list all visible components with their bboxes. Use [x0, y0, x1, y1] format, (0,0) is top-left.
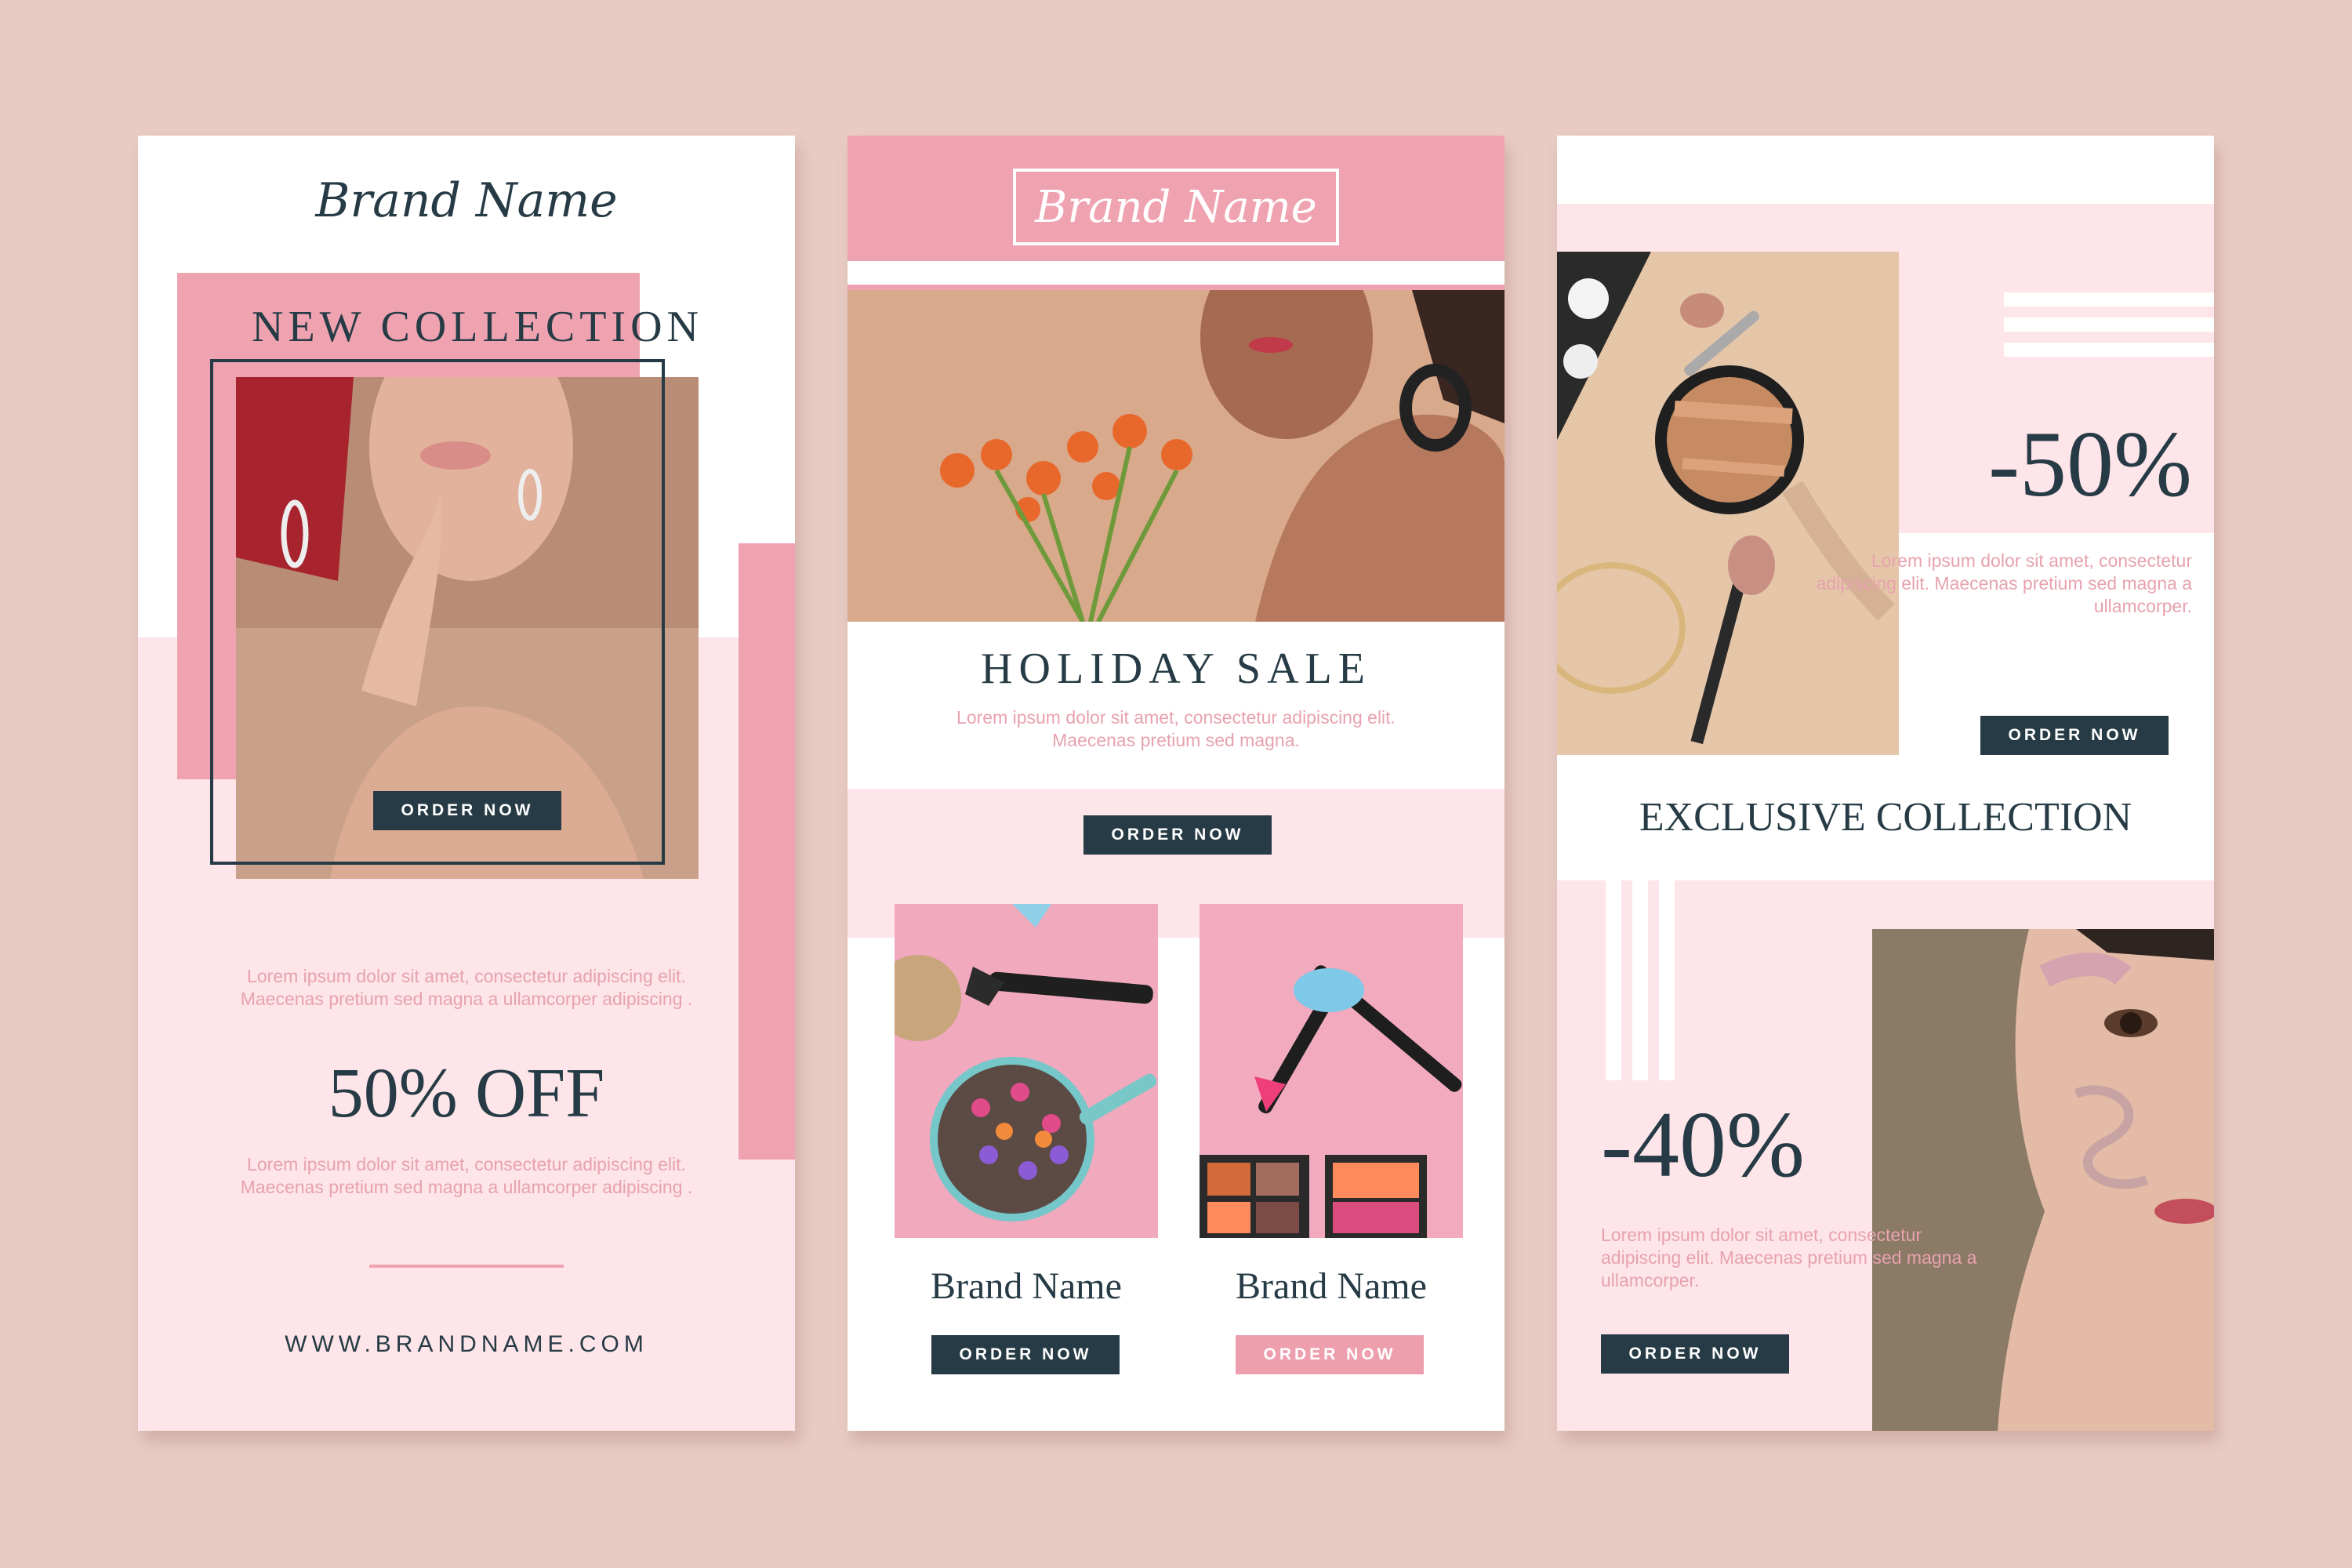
- description-text: Lorem ipsum dolor sit amet, consectetur …: [956, 707, 1396, 750]
- headline-exclusive-collection: EXCLUSIVE COLLECTION: [1639, 795, 2132, 840]
- product-name-2: Brand Name: [1236, 1265, 1427, 1307]
- brand-logo-box: Brand Name: [1013, 169, 1339, 245]
- order-now-button[interactable]: ORDER NOW: [1083, 815, 1272, 855]
- headline-holiday-sale: HOLIDAY SALE: [981, 644, 1371, 693]
- website-link[interactable]: WWW.BRANDNAME.COM: [138, 1331, 795, 1358]
- model-flowers-photo: [848, 290, 1504, 622]
- description-text: Lorem ipsum dolor sit amet, consectetur …: [1816, 550, 2192, 616]
- discount-minus-50: -50%: [1988, 412, 2192, 516]
- photo-frame: [210, 359, 665, 865]
- order-now-button-2[interactable]: ORDER NOW: [1601, 1334, 1789, 1374]
- discount-minus-40: -40%: [1601, 1092, 1805, 1196]
- email-template-new-collection: Brand Name NEW COLLECTION ORDER NOW Lore…: [138, 136, 795, 1431]
- powder-compact-photo: [1557, 252, 1899, 755]
- order-now-button[interactable]: ORDER NOW: [373, 791, 561, 830]
- order-now-button-1[interactable]: ORDER NOW: [1980, 716, 2169, 755]
- makeup-brushes-photo: [895, 904, 1158, 1238]
- headline-new-collection: NEW COLLECTION: [252, 303, 703, 351]
- white-stripes: [2004, 292, 2214, 387]
- eyeshadow-palette-photo: [1200, 904, 1463, 1238]
- description-text-2: Lorem ipsum dolor sit amet, consectetur …: [240, 1154, 693, 1197]
- divider-line: [369, 1265, 564, 1268]
- brand-logo: Brand Name: [315, 173, 618, 228]
- product-name-1: Brand Name: [931, 1265, 1122, 1307]
- discount-50-off: 50% OFF: [328, 1054, 605, 1132]
- description-text: Lorem ipsum dolor sit amet, consectetur …: [240, 966, 693, 1009]
- email-template-exclusive-collection: -50% Lorem ipsum dolor sit amet, consect…: [1557, 136, 2214, 1431]
- vertical-stripes: [1606, 880, 1700, 1080]
- product-1-order-button[interactable]: ORDER NOW: [931, 1335, 1120, 1374]
- product-2-order-button[interactable]: ORDER NOW: [1236, 1335, 1424, 1374]
- description-text-2: Lorem ipsum dolor sit amet, consectetur …: [1601, 1225, 1977, 1290]
- email-template-holiday-sale: Brand Name HOLIDAY SALE Lorem ipsum dolo…: [848, 136, 1504, 1431]
